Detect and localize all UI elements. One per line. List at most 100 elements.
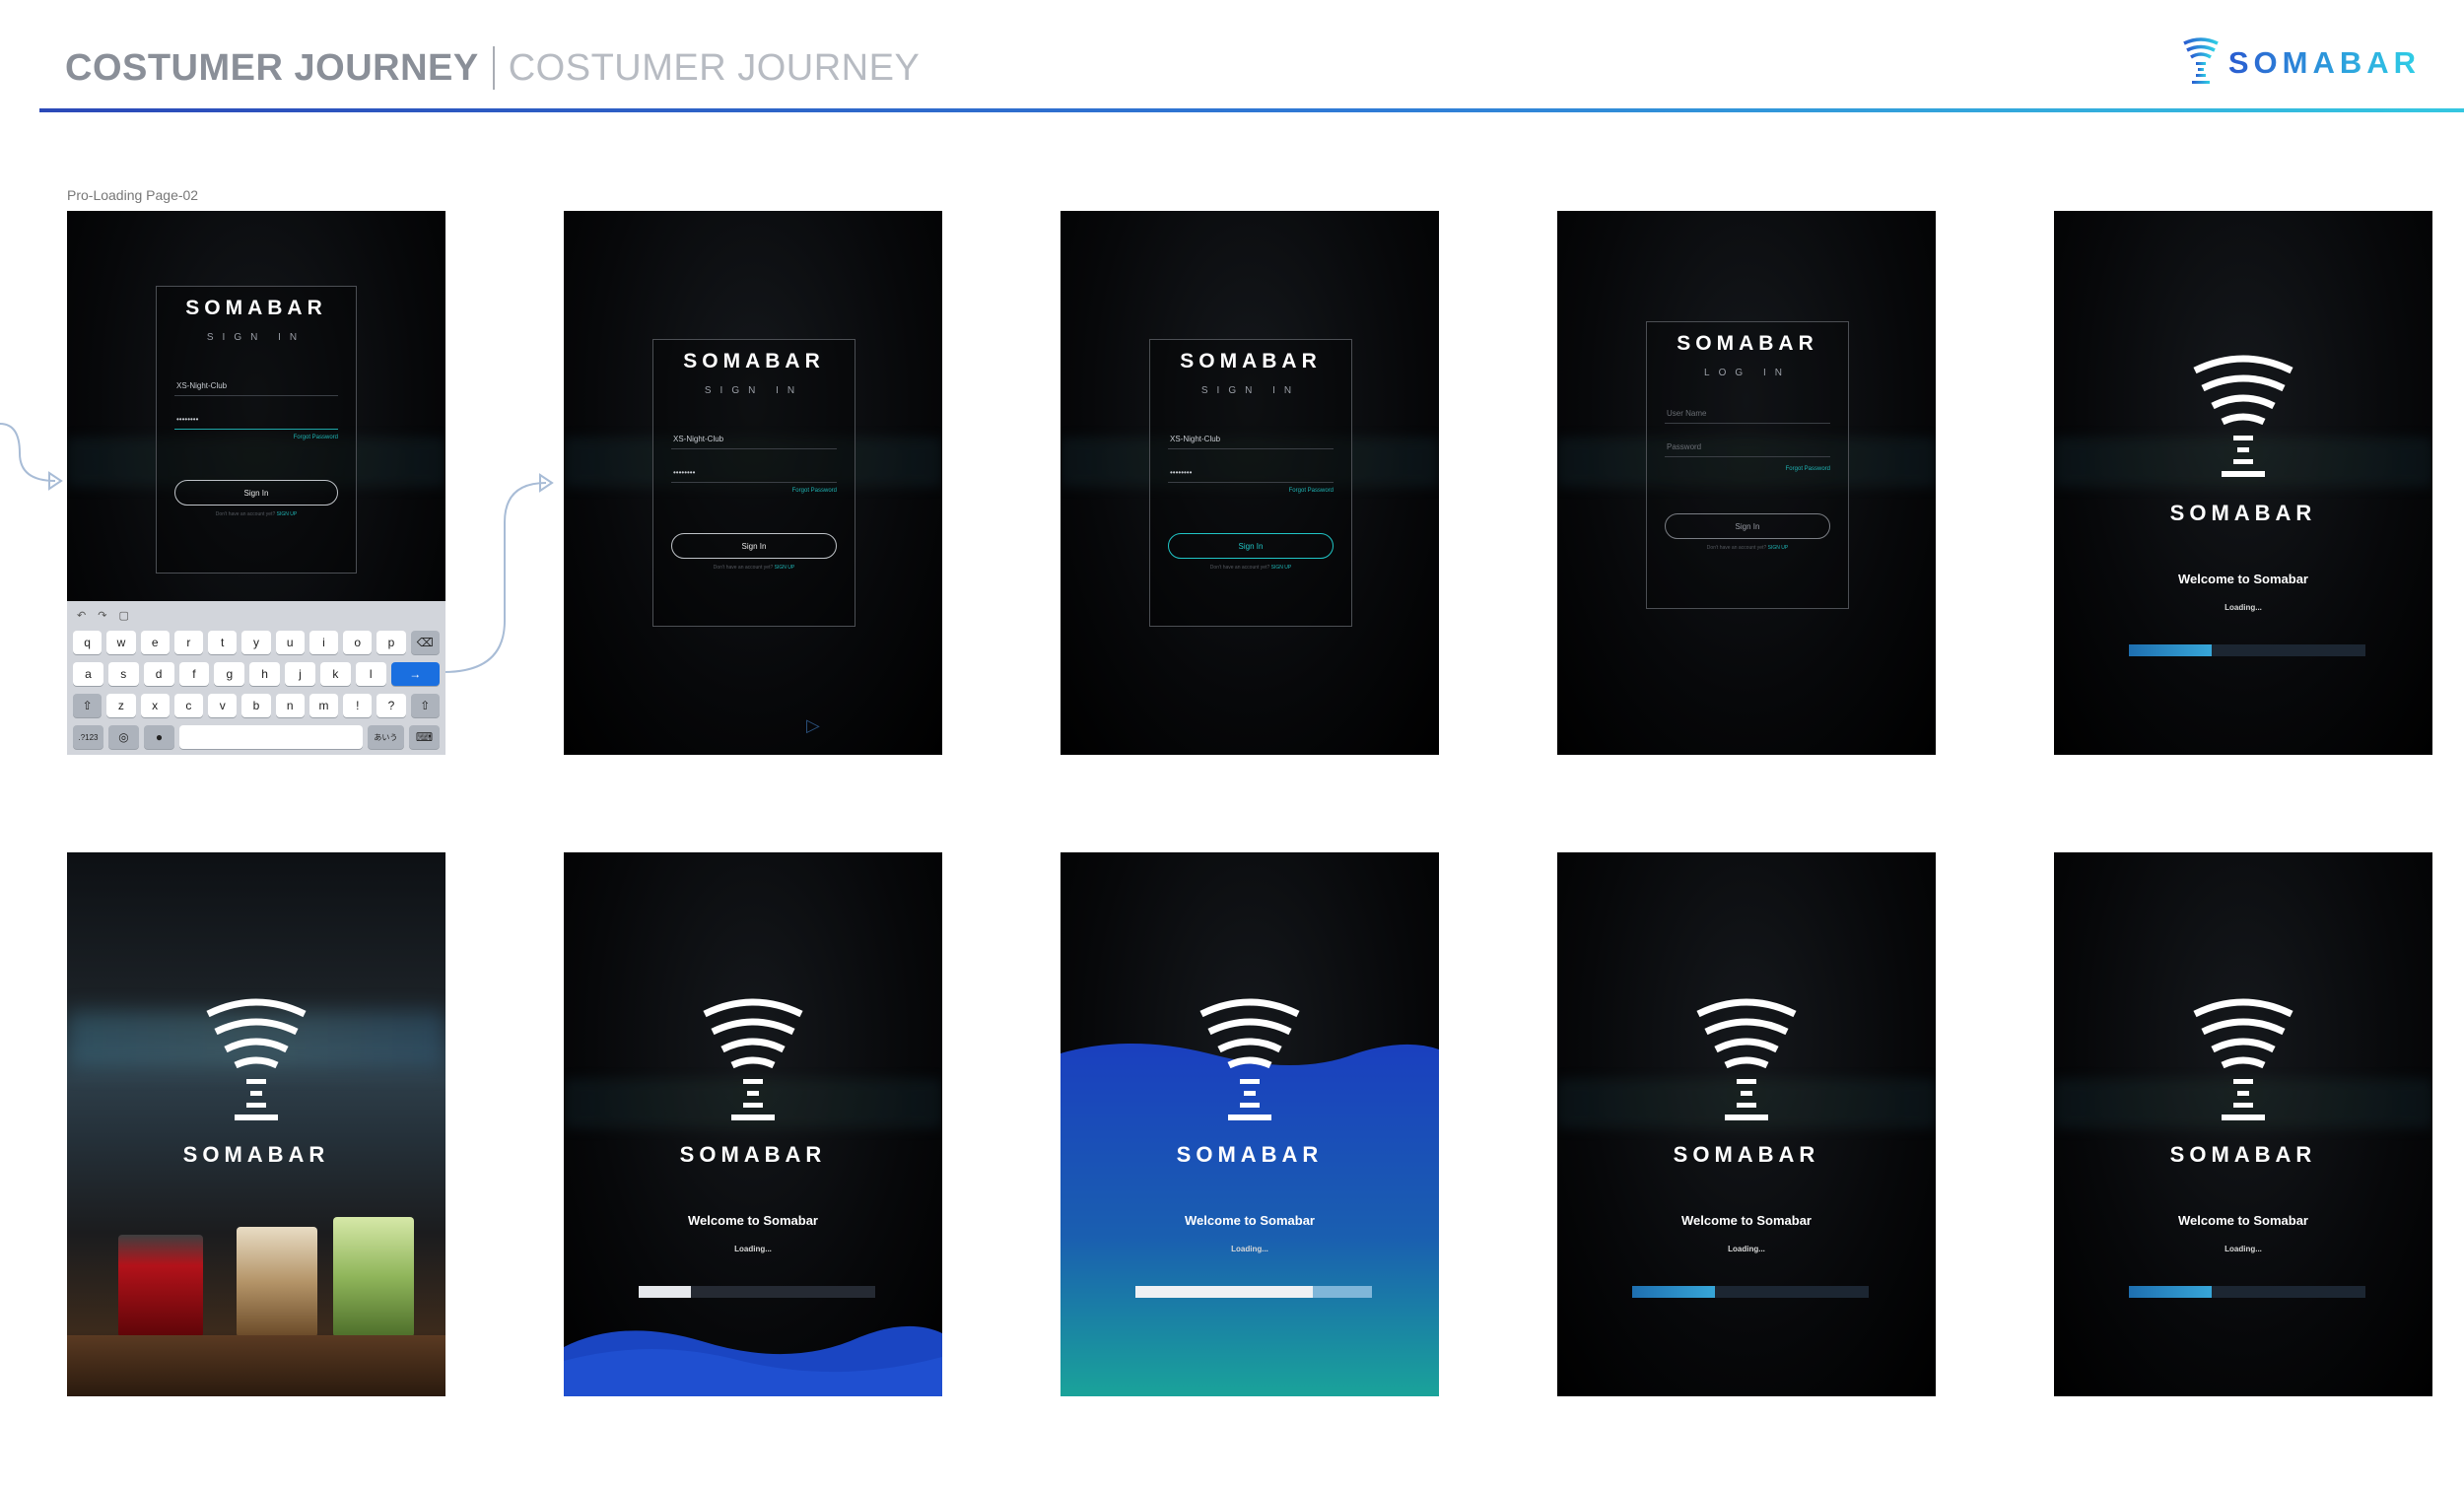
signup-prompt: Don't have an account yet? SIGN UP (157, 511, 356, 517)
loading-text: Loading... (1231, 1245, 1268, 1253)
key[interactable]: i (308, 631, 339, 654)
key[interactable]: q (73, 631, 103, 654)
key[interactable]: g (214, 662, 245, 686)
password-placeholder: Password (1667, 442, 1702, 451)
brand-title: SOMABAR (1176, 1142, 1324, 1167)
bar-counter (67, 1335, 445, 1396)
page-title: COSTUMER JOURNEY (65, 46, 479, 89)
forgot-password-link[interactable]: Forgot Password (294, 435, 338, 440)
keyboard-row-4: .?123 ◎ ● あいう ⌨ (73, 725, 440, 749)
login-button[interactable]: Sign In (1665, 513, 1830, 539)
screen-login-empty: SOMABAR LOG IN User Name Password Forgot… (1557, 211, 1936, 755)
username-field[interactable]: XS-Night-Club (1168, 427, 1334, 449)
space-key[interactable] (178, 725, 363, 749)
key[interactable]: z (106, 694, 136, 717)
red-cocktail (118, 1235, 203, 1337)
key[interactable]: j (285, 662, 315, 686)
tap-cursor-icon: ▷ (806, 715, 820, 735)
key[interactable]: a (73, 662, 103, 686)
username-value: XS-Night-Club (1170, 435, 1221, 443)
signin-button[interactable]: Sign In (174, 480, 338, 506)
header-logo: SOMABAR (2181, 35, 2421, 91)
signup-link[interactable]: SIGN UP (277, 511, 298, 517)
shift-key[interactable]: ⇧ (73, 694, 103, 717)
key[interactable]: s (107, 662, 139, 686)
key[interactable]: r (173, 631, 204, 654)
forgot-password-link[interactable]: Forgot Password (792, 488, 837, 494)
signup-prompt-text: Don't have an account yet? (1706, 545, 1767, 551)
key[interactable]: ! (343, 694, 373, 717)
progress-bar (1632, 1286, 1869, 1298)
mic-key[interactable]: ● (143, 725, 174, 749)
paste-icon[interactable]: ▢ (118, 609, 128, 622)
hide-keyboard-key[interactable]: ⌨ (409, 725, 440, 749)
username-field[interactable]: User Name (1665, 401, 1830, 424)
username-field[interactable]: XS-Night-Club (671, 427, 837, 449)
password-field[interactable]: Password (1665, 435, 1830, 457)
password-field[interactable]: •••••••• (671, 460, 837, 483)
kana-key[interactable]: あいう (367, 725, 405, 749)
login-card: SOMABAR LOG IN User Name Password Forgot… (1646, 321, 1849, 609)
key[interactable]: t (208, 631, 238, 654)
key[interactable]: x (140, 694, 170, 717)
loading-text: Loading... (1728, 1245, 1765, 1253)
keyboard-row-3: ⇧ z x c v b n m ! ? ⇧ (73, 694, 440, 717)
undo-icon[interactable]: ↶ (77, 609, 86, 622)
key[interactable]: f (178, 662, 210, 686)
signin-card: SOMABAR SIGN IN XS-Night-Club •••••••• F… (156, 286, 357, 574)
numbers-key[interactable]: .?123 (73, 725, 103, 749)
progress-fill (2129, 1286, 2212, 1298)
password-value: •••••••• (673, 468, 696, 477)
signin-button[interactable]: Sign In (1168, 533, 1334, 559)
brand-title: SOMABAR (683, 350, 825, 372)
key[interactable]: h (249, 662, 281, 686)
forgot-password-link[interactable]: Forgot Password (1289, 488, 1334, 494)
shift-key-right[interactable]: ⇧ (410, 694, 440, 717)
frame-caption: Pro-Loading Page-02 (67, 187, 199, 203)
key[interactable]: w (106, 631, 136, 654)
key[interactable]: m (308, 694, 339, 717)
forgot-password-link[interactable]: Forgot Password (1786, 466, 1830, 472)
key[interactable]: u (275, 631, 305, 654)
signup-link[interactable]: SIGN UP (775, 565, 795, 571)
screen-loading-1: SOMABAR Welcome to Somabar Loading... (2054, 211, 2432, 755)
key[interactable]: k (319, 662, 351, 686)
screen-loading-3: SOMABAR Welcome to Somabar Loading... (2054, 852, 2432, 1396)
key[interactable]: o (343, 631, 373, 654)
password-value: •••••••• (176, 415, 199, 424)
blue-wave (564, 1325, 942, 1396)
signin-card: SOMABAR SIGN IN XS-Night-Club •••••••• F… (1149, 339, 1352, 627)
screen-splash-photo: SOMABAR (67, 852, 445, 1396)
password-value: •••••••• (1170, 468, 1193, 477)
page-header: COSTUMER JOURNEY COSTUMER JOURNEY (65, 43, 920, 93)
key[interactable]: y (241, 631, 271, 654)
key[interactable]: p (376, 631, 406, 654)
go-key[interactable]: → (390, 662, 440, 686)
redo-icon[interactable]: ↷ (98, 609, 106, 622)
signin-subtitle: SIGN IN (1200, 385, 1301, 396)
key[interactable]: b (241, 694, 271, 717)
username-value: XS-Night-Club (673, 435, 724, 443)
key[interactable]: ? (376, 694, 406, 717)
key[interactable]: d (143, 662, 174, 686)
password-field[interactable]: •••••••• (1168, 460, 1334, 483)
key[interactable]: e (140, 631, 170, 654)
title-divider (492, 46, 495, 90)
signup-link[interactable]: SIGN UP (1271, 565, 1292, 571)
backspace-key[interactable]: ⌫ (410, 631, 440, 654)
screen-loading-wave-blue: SOMABAR Welcome to Somabar Loading... (564, 852, 942, 1396)
flow-arrow-keyboard-to-signin (444, 473, 554, 673)
signup-prompt-text: Don't have an account yet? (1209, 565, 1270, 571)
signin-button[interactable]: Sign In (671, 533, 837, 559)
password-field[interactable]: •••••••• (174, 407, 338, 430)
progress-fill (1135, 1286, 1313, 1298)
username-field[interactable]: XS-Night-Club (174, 373, 338, 396)
login-subtitle: LOG IN (1704, 368, 1791, 378)
key[interactable]: c (173, 694, 204, 717)
signup-link[interactable]: SIGN UP (1768, 545, 1789, 551)
loading-text: Loading... (734, 1245, 772, 1253)
key[interactable]: n (275, 694, 305, 717)
key[interactable]: v (208, 694, 238, 717)
key[interactable]: l (355, 662, 386, 686)
globe-key[interactable]: ◎ (107, 725, 139, 749)
